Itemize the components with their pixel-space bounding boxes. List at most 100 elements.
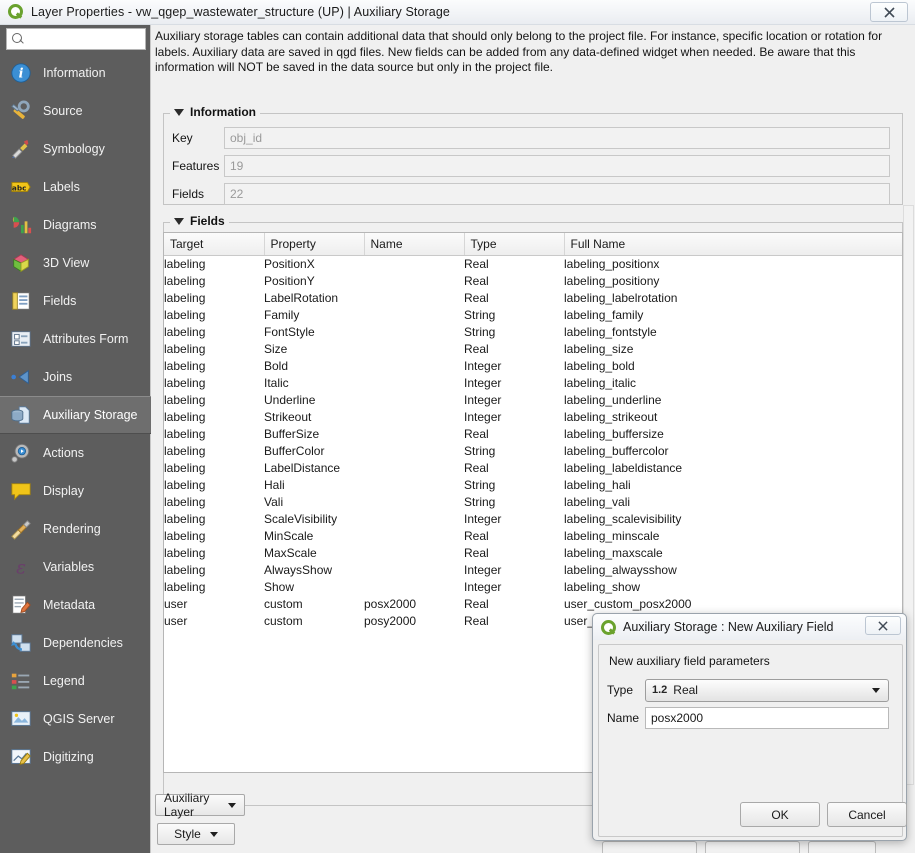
column-header-property[interactable]: Property: [264, 233, 365, 256]
sidebar-item-actions[interactable]: Actions: [0, 434, 151, 472]
sidebar-item-label: Attributes Form: [43, 332, 129, 346]
sidebar-item-labels[interactable]: abc Labels: [0, 168, 151, 206]
cell-target: labeling: [164, 562, 206, 577]
table-row[interactable]: labeling PositionX Real labeling_positionx: [164, 255, 902, 272]
table-row[interactable]: labeling AlwaysShow Integer labeling_always…: [164, 561, 902, 578]
sidebar-item-3d-view[interactable]: 3D View: [0, 244, 151, 282]
sidebar-item-auxiliary-storage[interactable]: Auxiliary Storage: [0, 396, 151, 434]
table-row[interactable]: labeling Family String labeling_family: [164, 306, 902, 323]
column-header-name[interactable]: Name: [364, 233, 465, 256]
name-input[interactable]: posx2000: [645, 707, 889, 729]
svg-text:i: i: [19, 67, 24, 82]
cell-name: [364, 510, 464, 527]
cell-full-name: labeling_vali: [564, 494, 631, 509]
table-row[interactable]: labeling Bold Integer labeling_bold: [164, 357, 902, 374]
fields-group-header[interactable]: Fields: [170, 214, 229, 228]
cell-property: Show: [264, 579, 295, 594]
dialog-bottom-button-3[interactable]: [808, 841, 876, 853]
ok-button[interactable]: OK: [740, 802, 820, 827]
table-row[interactable]: labeling Size Real labeling_size: [164, 340, 902, 357]
cell-target: labeling: [164, 307, 206, 322]
cell-name: posy2000: [364, 613, 417, 628]
sidebar-item-metadata[interactable]: Metadata: [0, 586, 151, 624]
column-header-type[interactable]: Type: [464, 233, 565, 256]
sidebar-item-variables[interactable]: ε Variables: [0, 548, 151, 586]
table-row[interactable]: labeling LabelRotation Real labeling_labelr…: [164, 289, 902, 306]
diagrams-icon: [8, 212, 34, 238]
table-row[interactable]: labeling Show Integer labeling_show: [164, 578, 902, 595]
sidebar-item-digitizing[interactable]: Digitizing: [0, 738, 151, 776]
cell-property: Size: [264, 341, 288, 356]
dialog-close-button[interactable]: [865, 616, 901, 635]
information-group-header[interactable]: Information: [170, 105, 260, 119]
sidebar-item-fields[interactable]: Fields: [0, 282, 151, 320]
new-auxiliary-field-dialog: Auxiliary Storage : New Auxiliary Field …: [592, 613, 907, 841]
table-row[interactable]: labeling MinScale Real labeling_minscale: [164, 527, 902, 544]
sidebar-item-label: Variables: [43, 560, 95, 574]
window-close-button[interactable]: [870, 2, 908, 22]
style-button[interactable]: Style: [157, 823, 235, 845]
auxiliary-layer-button[interactable]: Auxiliary Layer: [155, 791, 245, 819]
table-row[interactable]: labeling FontStyle String labeling_fontstyl…: [164, 323, 902, 340]
sidebar-item-rendering[interactable]: Rendering: [0, 510, 151, 548]
sidebar-item-display[interactable]: Display: [0, 472, 151, 510]
metadata-icon: [8, 592, 34, 618]
auxiliary-layer-label: Auxiliary Layer: [164, 791, 210, 819]
cell-full-name: labeling_labelrotation: [564, 290, 678, 305]
cell-full-name: labeling_buffercolor: [564, 443, 669, 458]
window-title: Layer Properties - vw_qgep_wastewater_st…: [31, 5, 450, 19]
cell-name: [364, 289, 464, 306]
fields-count-value[interactable]: 22: [224, 183, 890, 205]
key-value[interactable]: obj_id: [224, 127, 890, 149]
table-row[interactable]: labeling PositionY Real labeling_positiony: [164, 272, 902, 289]
table-row[interactable]: labeling Italic Integer labeling_italic: [164, 374, 902, 391]
search-input[interactable]: [29, 31, 141, 47]
table-row[interactable]: user custom posx2000 Real user_custom_posx20…: [164, 595, 902, 612]
ok-label: OK: [771, 807, 789, 822]
features-value[interactable]: 19: [224, 155, 890, 177]
sidebar-item-information[interactable]: i Information: [0, 54, 151, 92]
cell-property: Hali: [264, 477, 285, 492]
table-row[interactable]: labeling ScaleVisibility Integer labeling_s…: [164, 510, 902, 527]
dialog-bottom-button-2[interactable]: [705, 841, 800, 853]
table-row[interactable]: labeling Hali String labeling_hali: [164, 476, 902, 493]
sidebar-item-joins[interactable]: Joins: [0, 358, 151, 396]
information-group: Information Key obj_id Features 19 Field…: [163, 105, 903, 205]
table-row[interactable]: labeling Vali String labeling_vali: [164, 493, 902, 510]
cancel-button[interactable]: Cancel: [827, 802, 907, 827]
cell-property: Bold: [264, 358, 289, 373]
cell-target: user: [164, 613, 188, 628]
type-select[interactable]: 1.2 Real: [645, 678, 889, 702]
sidebar-item-legend[interactable]: Legend: [0, 662, 151, 700]
sidebar-item-diagrams[interactable]: Diagrams: [0, 206, 151, 244]
table-row[interactable]: labeling LabelDistance Real labeling_labeld…: [164, 459, 902, 476]
sidebar-item-qgis-server[interactable]: QGIS Server: [0, 700, 151, 738]
sidebar-item-dependencies[interactable]: Dependencies: [0, 624, 151, 662]
cell-full-name: labeling_maxscale: [564, 545, 663, 560]
features-row: Features 19: [172, 155, 894, 177]
cell-name: [364, 272, 464, 289]
sidebar-item-label: Dependencies: [43, 636, 123, 650]
dialog-bottom-button-1[interactable]: [602, 841, 697, 853]
cell-target: labeling: [164, 392, 206, 407]
table-row[interactable]: labeling BufferColor String labeling_buffer…: [164, 442, 902, 459]
table-row[interactable]: labeling BufferSize Real labeling_buffersiz…: [164, 425, 902, 442]
sidebar-item-label: Fields: [43, 294, 77, 308]
chevron-down-icon: [228, 802, 236, 808]
table-row[interactable]: labeling Underline Integer labeling_underli…: [164, 391, 902, 408]
column-header-target[interactable]: Target: [164, 233, 265, 256]
sidebar-item-attributes-form[interactable]: Attributes Form: [0, 320, 151, 358]
cell-name: [364, 323, 464, 340]
table-row[interactable]: labeling Strikeout Integer labeling_strikeo…: [164, 408, 902, 425]
cell-full-name: labeling_bold: [564, 358, 635, 373]
dialog-name-row: Name posx2000: [607, 706, 889, 730]
sidebar-item-source[interactable]: Source: [0, 92, 151, 130]
column-header-full-name[interactable]: Full Name: [564, 233, 902, 256]
cell-type: String: [464, 324, 496, 339]
table-row[interactable]: labeling MaxScale Real labeling_maxscale: [164, 544, 902, 561]
search-box[interactable]: [6, 28, 146, 50]
cell-target: labeling: [164, 460, 206, 475]
sidebar-item-symbology[interactable]: Symbology: [0, 130, 151, 168]
cell-full-name: labeling_italic: [564, 375, 637, 390]
chevron-down-icon: [872, 687, 880, 693]
